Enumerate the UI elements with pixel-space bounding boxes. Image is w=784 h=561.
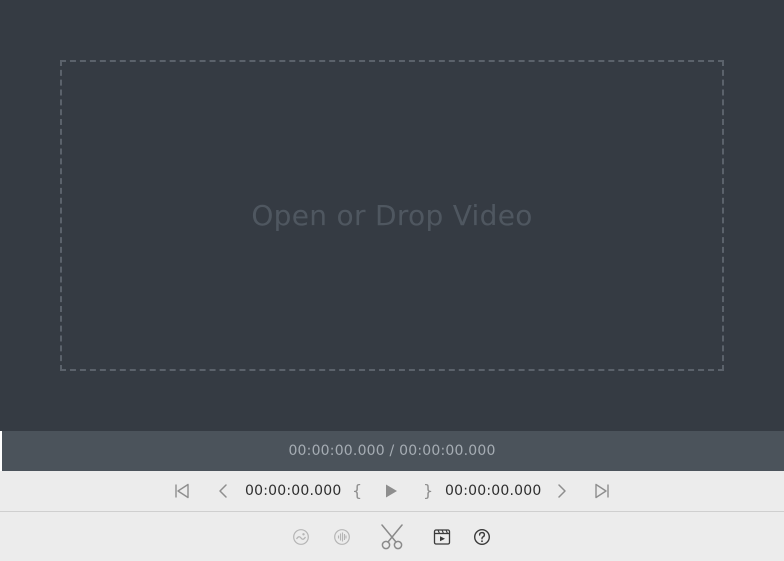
- app-window: Open or Drop Video 00:00:00.000 / 00:00:…: [0, 0, 784, 561]
- previous-frame-button[interactable]: [213, 481, 233, 501]
- timeline-bar[interactable]: 00:00:00.000 / 00:00:00.000: [0, 431, 784, 471]
- video-drop-zone[interactable]: Open or Drop Video: [60, 60, 724, 371]
- scissors-icon: [381, 524, 403, 550]
- help-icon: [473, 528, 491, 546]
- selection-start-time[interactable]: 00:00:00.000: [245, 471, 341, 511]
- drop-zone-label: Open or Drop Video: [251, 199, 533, 232]
- video-filter-icon: [293, 529, 309, 545]
- next-frame-icon: [558, 484, 566, 498]
- skip-to-start-button[interactable]: [172, 481, 192, 501]
- video-preview-area: Open or Drop Video: [0, 0, 784, 431]
- video-filter-button[interactable]: [291, 527, 311, 547]
- previous-frame-icon: [219, 484, 227, 498]
- set-end-marker-button[interactable]: }: [423, 471, 433, 511]
- playback-controls: 00:00:00.000 { } 00:00:00.000: [0, 471, 784, 512]
- cut-button[interactable]: [378, 524, 406, 550]
- audio-button[interactable]: [332, 527, 352, 547]
- tools-toolbar: [0, 512, 784, 561]
- help-button[interactable]: [472, 527, 492, 547]
- set-start-marker-button[interactable]: {: [352, 471, 362, 511]
- play-icon: [386, 484, 397, 498]
- skip-to-end-icon: [595, 483, 609, 499]
- play-button[interactable]: [380, 481, 402, 501]
- skip-to-end-button[interactable]: [592, 481, 612, 501]
- audio-icon: [334, 529, 350, 545]
- skip-to-start-icon: [175, 483, 189, 499]
- media-info-icon: [433, 529, 451, 545]
- timeline-time-readout: 00:00:00.000 / 00:00:00.000: [288, 443, 496, 459]
- selection-end-time[interactable]: 00:00:00.000: [445, 471, 541, 511]
- media-info-button[interactable]: [432, 527, 452, 547]
- playhead-marker[interactable]: [0, 431, 2, 471]
- next-frame-button[interactable]: [552, 481, 572, 501]
